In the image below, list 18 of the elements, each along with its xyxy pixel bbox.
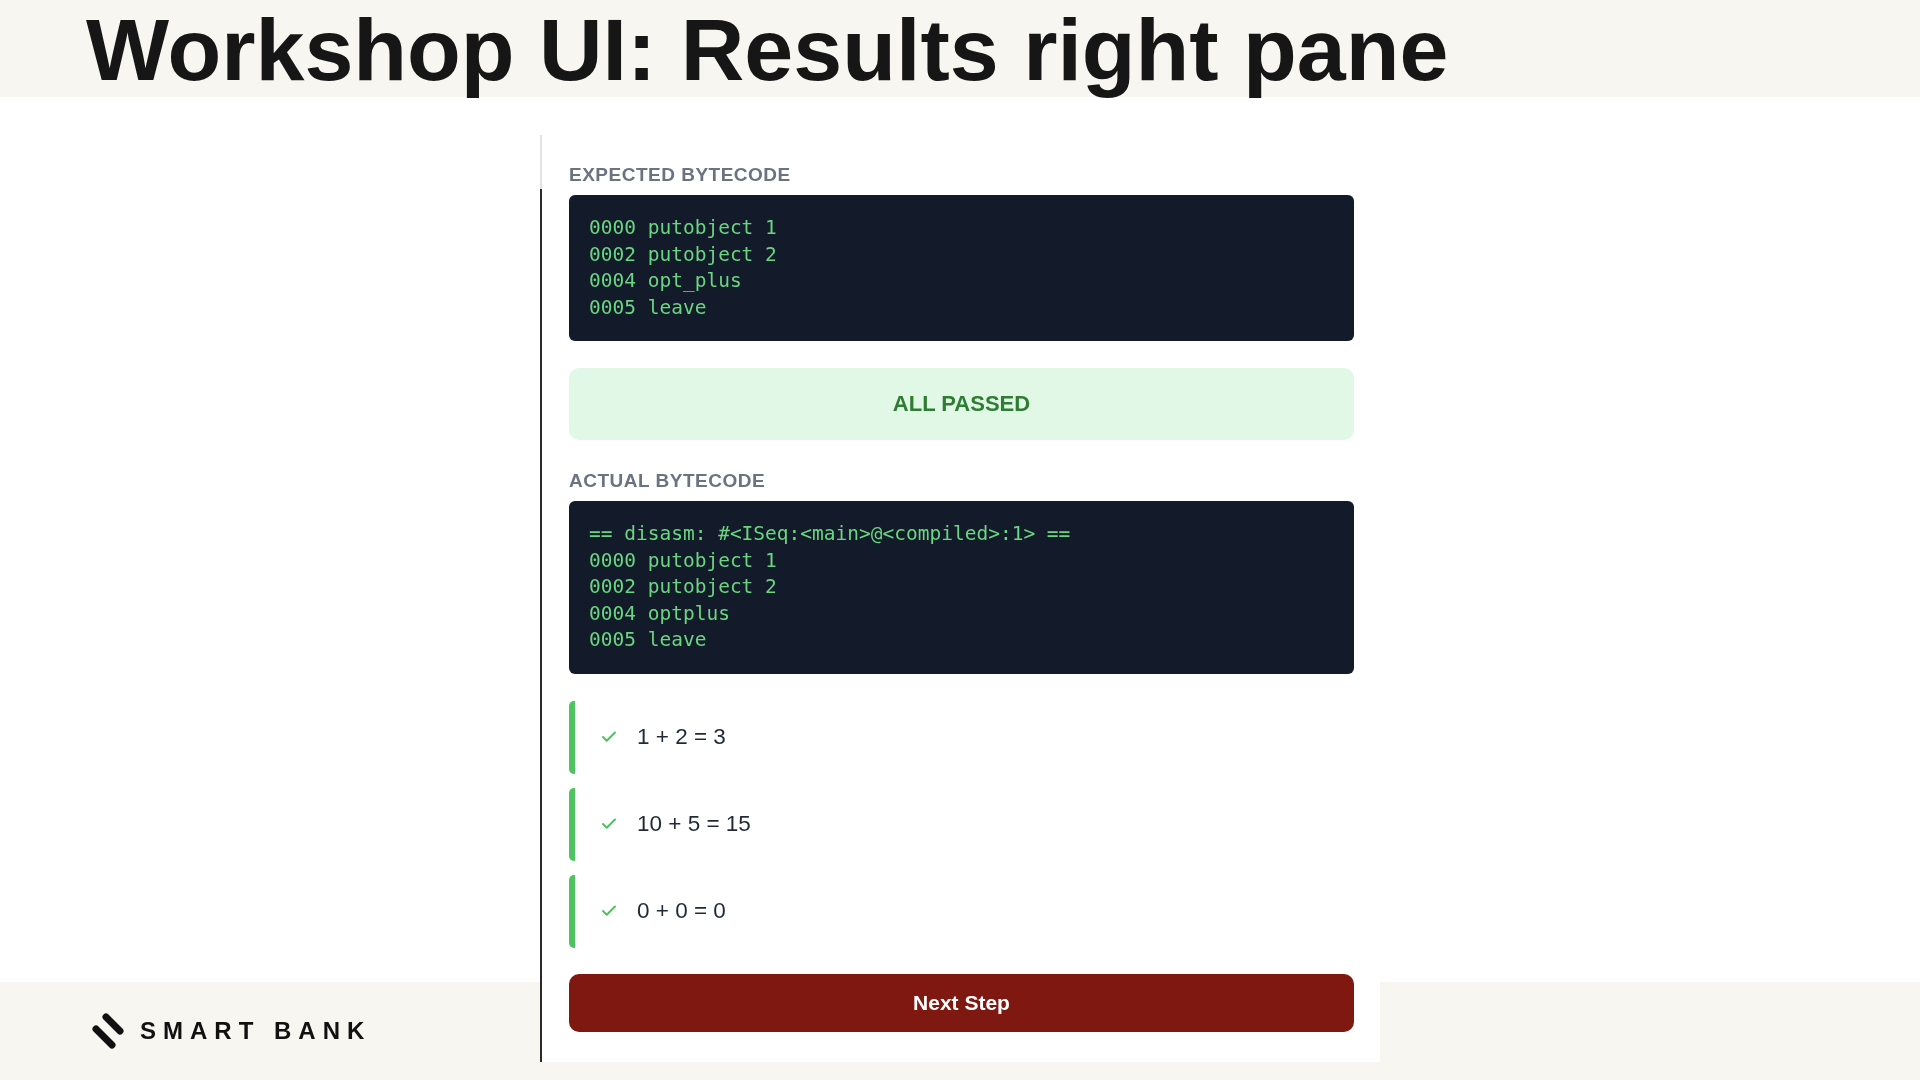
test-expression: 0 + 0 = 0 [637, 898, 726, 925]
logo-icon [92, 1013, 124, 1049]
next-step-button[interactable]: Next Step [569, 973, 1354, 1032]
section-label: ACTUAL BYTECODE [569, 470, 767, 493]
code-line: 0005 leave [589, 627, 707, 654]
test-expression: 1 + 2 = 3 [637, 724, 726, 751]
code-line: 0000 putobject 1 [589, 215, 777, 241]
code-line: 0002 putobject 2 [589, 241, 777, 268]
code-line: 0004 opt_plus [589, 268, 742, 294]
code-line: 0000 putobject 1 [589, 547, 777, 574]
status-banner: ALL PASSED [569, 368, 1354, 441]
section-label: EXPECTED BYTECODE [569, 164, 792, 186]
logo-text: SMART BANK [140, 1017, 372, 1045]
code-line: 0004 optplus [589, 600, 730, 627]
code-line: 0005 leave [589, 294, 707, 321]
code-line: 0002 putobject 2 [589, 574, 777, 601]
code-line: == disasm: #<ISeq:<main>@<compiled>:1> == [589, 521, 1071, 548]
test-expression: 10 + 5 = 15 [637, 811, 751, 838]
